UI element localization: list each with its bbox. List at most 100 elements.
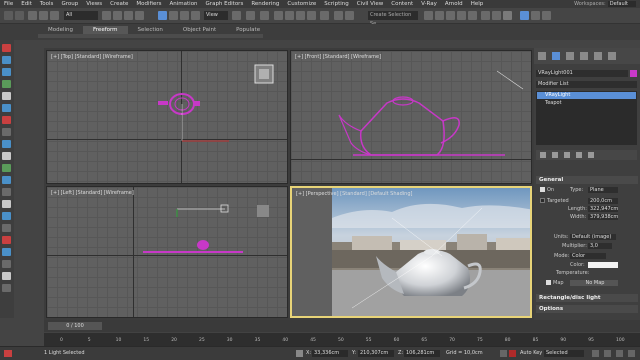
schematic-view-icon[interactable] [457,11,466,20]
play-icon[interactable] [592,350,599,357]
hierarchy-tab-icon[interactable] [566,52,574,60]
utilities-tab-icon[interactable] [608,52,616,60]
menu-scripting[interactable]: Scripting [320,1,352,7]
vray-vfb-icon[interactable] [531,11,540,20]
reference-coordinate-dropdown[interactable]: View [204,11,228,20]
rotate-icon[interactable] [169,11,178,20]
modifier-list-dropdown[interactable]: Modifier List [536,81,637,88]
redo-icon[interactable] [15,11,24,20]
selection-filter-dropdown[interactable]: All [64,11,98,20]
menu-arnold[interactable]: Arnold [441,1,467,7]
spinner-snap-icon[interactable] [307,11,316,20]
lock-selection-icon[interactable] [296,350,303,357]
vray-sphere-icon[interactable] [2,116,11,124]
workspace-dropdown[interactable]: Default [607,1,636,7]
set-key-icon[interactable] [509,350,516,357]
mirror-icon[interactable] [334,11,343,20]
vray-clipper-icon[interactable] [2,188,11,196]
vray-lights-icon[interactable] [542,11,551,20]
vray-mesh-light-icon[interactable] [2,128,11,136]
object-name-field[interactable]: VRayLight001 [536,70,628,77]
maxscript-listener-icon[interactable] [4,350,12,357]
z-coordinate-field[interactable]: 106,281cm [404,350,440,357]
menu-customize[interactable]: Customize [283,1,320,7]
vray-help-icon[interactable] [2,284,11,292]
vray-scene-converter-icon[interactable] [2,164,11,172]
toggle-ribbon-icon[interactable] [435,11,444,20]
x-coordinate-field[interactable]: 33,336cm [312,350,348,357]
no-map-button[interactable]: No Map [570,280,618,286]
vray-env-fog-icon[interactable] [2,200,11,208]
auto-key-button[interactable]: Auto Key [520,350,542,356]
vray-settings-icon[interactable] [2,272,11,280]
vray-camera-icon[interactable] [2,140,11,148]
create-selection-set-field[interactable]: Create Selection Se [368,11,418,27]
modify-tab-icon[interactable] [552,52,560,60]
vray-sun-icon[interactable] [2,56,11,64]
stack-item-vraylight[interactable]: VRayLight [537,92,636,99]
vray-debug-icon[interactable] [2,260,11,268]
make-unique-icon[interactable] [564,152,570,158]
targeted-checkbox[interactable] [540,198,545,203]
vray-fur-icon[interactable] [2,92,11,100]
orbit-icon[interactable] [616,350,623,357]
select-object-icon[interactable] [102,11,111,20]
menu-vray[interactable]: V-Ray [417,1,441,7]
menu-modifiers[interactable]: Modifiers [132,1,165,7]
scale-icon[interactable] [180,11,189,20]
track-bar[interactable]: 0 5 10 15 20 25 30 35 40 45 50 55 60 65 70 75 80 85 90 95 10… [44,332,640,346]
vray-toon-icon[interactable] [2,212,11,220]
vray-plane-icon[interactable] [2,104,11,112]
go-to-start-icon[interactable] [500,350,507,357]
type-dropdown[interactable]: Plane [588,187,618,193]
viewport-front-label[interactable]: [+] [Front] [Standard] [Wireframe] [295,54,381,60]
undo-icon[interactable] [4,11,13,20]
time-slider[interactable]: 0 / 100 [44,320,640,332]
color-swatch[interactable] [588,262,618,268]
layer-explorer-icon[interactable] [424,11,433,20]
vray-material-icon[interactable] [2,152,11,160]
object-color-swatch[interactable] [630,70,637,77]
angle-snap-icon[interactable] [285,11,294,20]
menu-create[interactable]: Create [106,1,132,7]
width-field[interactable]: 379,938cm [588,214,618,220]
pivot-icon[interactable] [232,11,241,20]
multiplier-field[interactable]: 3,0 [588,243,612,249]
mode-dropdown[interactable]: Color [570,253,606,259]
show-end-result-icon[interactable] [552,152,558,158]
display-tab-icon[interactable] [594,52,602,60]
vray-light-tool-icon[interactable] [2,44,11,52]
create-tab-icon[interactable] [538,52,546,60]
select-by-name-icon[interactable] [113,11,122,20]
map-checkbox[interactable] [546,280,551,285]
rectangle-disc-light-rollout[interactable]: Rectangle/disc light [536,294,638,302]
menu-file[interactable]: File [0,1,17,7]
select-manipulate-icon[interactable] [246,11,255,20]
configure-sets-icon[interactable] [588,152,594,158]
motion-tab-icon[interactable] [580,52,588,60]
vray-dome-icon[interactable] [2,68,11,76]
edit-named-selection-icon[interactable] [320,11,329,20]
on-checkbox[interactable] [540,187,545,192]
bind-spacewarp-icon[interactable] [50,11,59,20]
length-field[interactable]: 322,947cm [588,206,618,212]
menu-views[interactable]: Views [82,1,106,7]
vray-render-icon[interactable] [520,11,529,20]
zoom-extents-icon[interactable] [604,350,611,357]
pin-stack-icon[interactable] [540,152,546,158]
options-rollout[interactable]: Options [536,305,638,313]
snaps-toggle-icon[interactable] [274,11,283,20]
menu-content[interactable]: Content [387,1,417,7]
menu-tools[interactable]: Tools [36,1,58,7]
tab-freeform[interactable]: Freeform [83,26,128,34]
curve-editor-icon[interactable] [446,11,455,20]
material-editor-icon[interactable] [468,11,477,20]
tab-selection[interactable]: Selection [128,26,173,34]
viewport-perspective-label[interactable]: [+] [Perspective] [Standard] [Default Sh… [296,191,412,197]
remove-modifier-icon[interactable] [576,152,582,158]
tab-object-paint[interactable]: Object Paint [173,26,226,34]
tab-populate[interactable]: Populate [226,26,270,34]
percent-snap-icon[interactable] [296,11,305,20]
stack-item-teapot[interactable]: Teapot [537,100,636,107]
keyboard-shortcut-icon[interactable] [260,11,269,20]
